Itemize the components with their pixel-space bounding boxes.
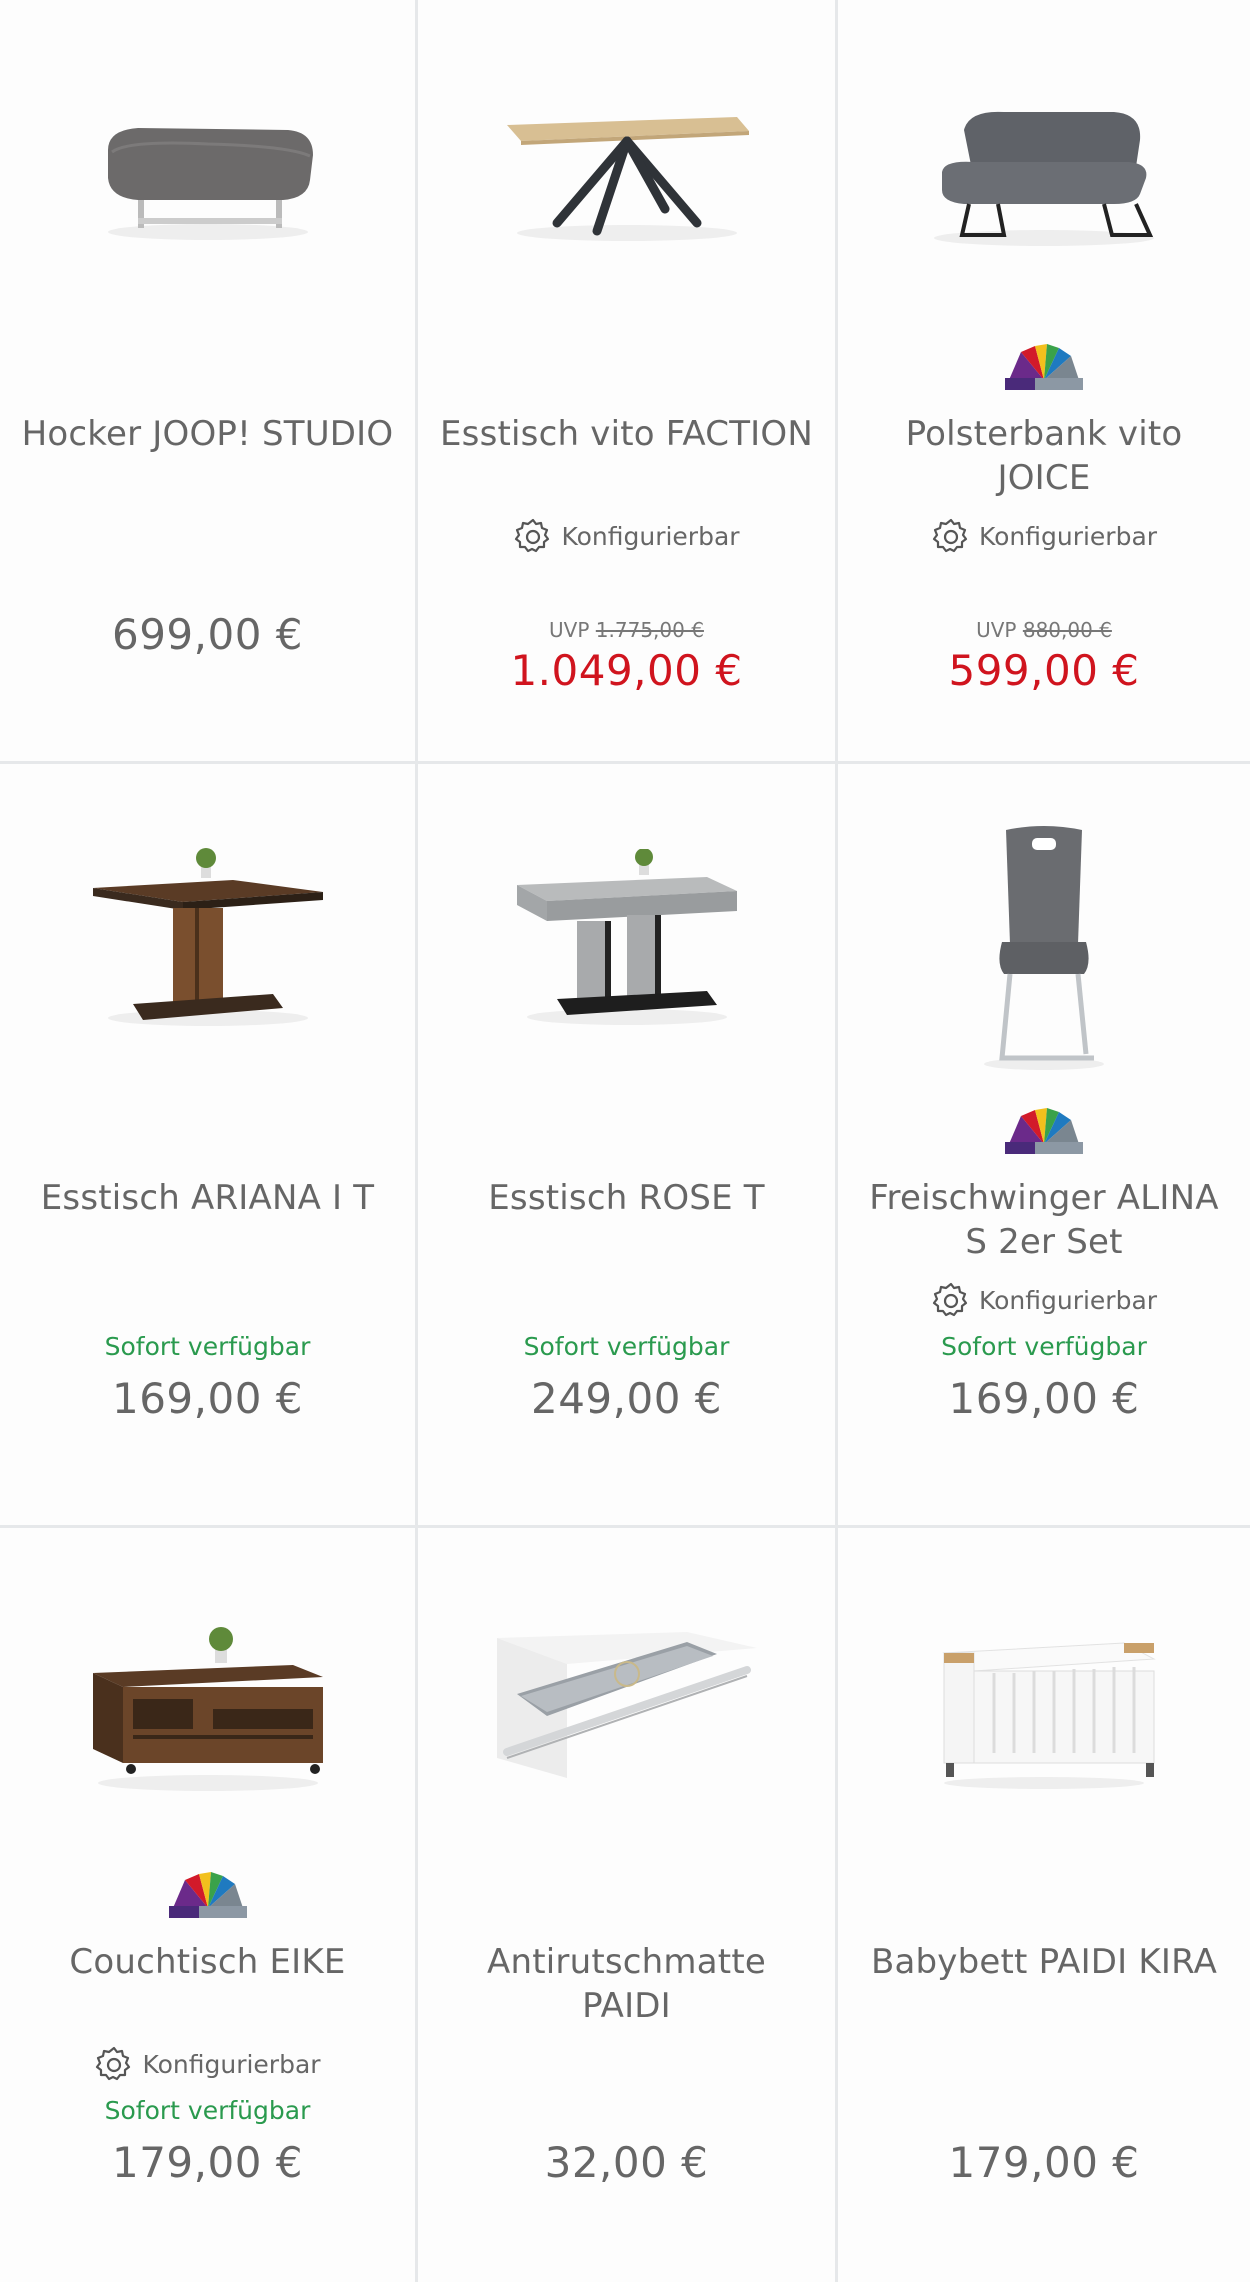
concrete-table-image[interactable] [418, 804, 835, 1074]
product-price: 699,00 € [111, 610, 304, 659]
configurable-badge: Konfigurierbar [418, 516, 835, 556]
product-price: 169,00 € [948, 1374, 1140, 1423]
product-title[interactable]: Polsterbank vito JOICE [858, 412, 1230, 500]
product-card[interactable]: Esstisch ARIANA I T Sofort verfügbar 169… [0, 764, 418, 1528]
color-fan-icon [1005, 1108, 1083, 1154]
product-title[interactable]: Hocker JOOP! STUDIO [20, 412, 395, 456]
configurable-label: Konfigurierbar [978, 521, 1158, 551]
configurable-badge: Konfigurierbar [0, 2044, 415, 2084]
product-title[interactable]: Couchtisch EIKE [20, 1940, 395, 1984]
configurable-badge: Konfigurierbar [838, 516, 1250, 556]
product-card[interactable]: Polsterbank vito JOICE Konfigurierbar UV… [838, 0, 1250, 764]
product-title[interactable]: Freischwinger ALINA S 2er Set [858, 1176, 1230, 1264]
product-card[interactable]: Esstisch ROSE T Sofort verfügbar 249,00 … [418, 764, 838, 1528]
product-card[interactable]: Antirutschmatte PAIDI 32,00 € [418, 1528, 838, 2282]
product-title[interactable]: Antirutschmatte PAIDI [438, 1940, 815, 2028]
product-price: 179,00 € [111, 2138, 304, 2187]
product-title[interactable]: Babybett PAIDI KIRA [858, 1940, 1230, 1984]
product-card[interactable]: Couchtisch EIKE Konfigurierbar Sofort ve… [0, 1528, 418, 2282]
gear-icon [932, 518, 968, 553]
product-price: 32,00 € [544, 2138, 709, 2187]
availability-label: Sofort verfügbar [104, 1332, 311, 1361]
uvp-old-price: 1.775,00 € [595, 618, 704, 642]
uvp-label: UVP [976, 618, 1017, 642]
anti-slip-mat-image[interactable] [418, 1568, 835, 1838]
availability-label: Sofort verfügbar [523, 1332, 730, 1361]
product-price: 169,00 € [111, 1374, 304, 1423]
dining-table-image[interactable] [418, 40, 835, 310]
gear-icon [515, 518, 550, 553]
configurable-label: Konfigurierbar [142, 2049, 321, 2079]
baby-crib-image[interactable] [838, 1568, 1250, 1838]
product-card[interactable]: Freischwinger ALINA S 2er Set Konfigurie… [838, 764, 1250, 1528]
uvp-label: UVP [549, 618, 590, 642]
product-price: 249,00 € [530, 1374, 723, 1423]
product-title[interactable]: Esstisch vito FACTION [438, 412, 815, 456]
availability-label: Sofort verfügbar [941, 1332, 1147, 1361]
configurable-label: Konfigurierbar [978, 1285, 1158, 1315]
availability-label: Sofort verfügbar [104, 2096, 311, 2125]
product-card[interactable]: Babybett PAIDI KIRA 179,00 € [838, 1528, 1250, 2282]
cantilever-chair-image[interactable] [838, 824, 1250, 1074]
ottoman-image[interactable] [0, 40, 415, 310]
bench-image[interactable] [838, 40, 1250, 310]
product-grid: Hocker JOOP! STUDIO 699,00 € Esstisch vi… [0, 0, 1250, 2282]
configurable-label: Konfigurierbar [561, 521, 740, 551]
sale-price: 1.049,00 € [510, 646, 743, 695]
color-fan-icon [168, 1872, 247, 1918]
product-title[interactable]: Esstisch ROSE T [438, 1176, 815, 1220]
wood-table-image[interactable] [0, 804, 415, 1074]
product-price: 179,00 € [948, 2138, 1140, 2187]
uvp-price: UVP 1.775,00 € [418, 618, 835, 642]
gear-icon [932, 1282, 968, 1317]
configurable-badge: Konfigurierbar [838, 1280, 1250, 1320]
color-fan-icon [1005, 344, 1083, 390]
gear-icon [96, 2046, 131, 2081]
sale-price: 599,00 € [948, 646, 1140, 695]
uvp-old-price: 880,00 € [1022, 618, 1112, 642]
product-title[interactable]: Esstisch ARIANA I T [20, 1176, 395, 1220]
product-card[interactable]: Esstisch vito FACTION Konfigurierbar UVP… [418, 0, 838, 764]
uvp-price: UVP 880,00 € [838, 618, 1250, 642]
coffee-table-image[interactable] [0, 1568, 415, 1838]
product-card[interactable]: Hocker JOOP! STUDIO 699,00 € [0, 0, 418, 764]
